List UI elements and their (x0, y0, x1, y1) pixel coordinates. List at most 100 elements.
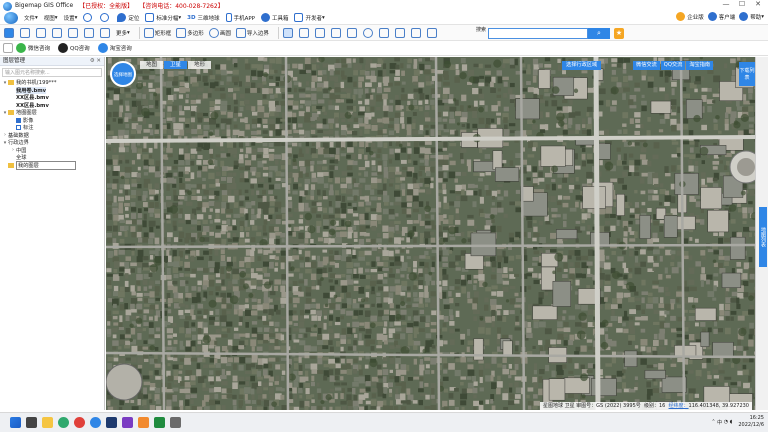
menu-locate[interactable]: 定位 (117, 13, 139, 22)
curve-tool[interactable] (378, 27, 390, 38)
edge-icon[interactable] (58, 417, 69, 428)
download-list-button[interactable]: 下载列表 (739, 62, 755, 86)
select-region-button[interactable]: 选择行政区域 (562, 61, 602, 70)
tray-chevron-icon[interactable]: ⌃ (711, 419, 715, 425)
map-type-tab-map[interactable]: 地图 (140, 61, 164, 69)
layer-search-input[interactable]: 输入图元名称搜索... (2, 68, 102, 77)
photoshop-icon[interactable] (106, 417, 117, 428)
export-icon[interactable] (36, 27, 47, 38)
import-boundary-tool[interactable]: 导入边界 (235, 27, 269, 38)
layer-checkbox[interactable] (16, 125, 21, 131)
layer-tree-item[interactable]: 影像 (0, 117, 104, 125)
menu-3d-globe[interactable]: 3D 三维地球 (187, 14, 219, 22)
status-bar: 星图地球 卫星 审图号：GS (2022) 3995号 级别：16 经纬度：11… (540, 402, 752, 410)
favorite-button[interactable]: ★ (614, 28, 624, 39)
satellite-map[interactable]: 选择地图 地图 卫星 地形 选择行政区域 微信交流 QQ交流 淘宝指南 下载列表 (106, 57, 755, 410)
image-icon[interactable] (84, 27, 95, 38)
title-bar: Bigemap GIS Office 【已授权：全能版】 【咨询电话：400-0… (0, 0, 768, 11)
globe-menu-icon[interactable] (4, 11, 18, 24)
map-type-tab-satellite[interactable]: 卫星 (164, 61, 188, 69)
wechat-exchange-tab[interactable]: 微信交流 (633, 61, 660, 70)
layer-tree-item[interactable]: XX区县.bmv (0, 102, 104, 110)
line-tool[interactable] (330, 27, 342, 38)
polygon-tool[interactable]: 多边形 (176, 27, 204, 38)
layer-panel: 图层管理 ⚙ ✕ 输入图元名称搜索... ▾ 我的书机(199*** 我用卷.bmv… (0, 57, 105, 410)
map-type-tab-terrain[interactable]: 地形 (188, 61, 212, 69)
task-view-icon[interactable] (26, 417, 37, 428)
cloud-icon[interactable] (68, 27, 79, 38)
search-button[interactable]: ⌕ (588, 28, 610, 39)
menu-settings[interactable]: 设置 ▾ (64, 14, 78, 22)
circle-tool[interactable]: 画圆 (208, 27, 231, 38)
layer-tree-item[interactable]: ▾ 我的书机(199*** (0, 79, 104, 87)
menu-file[interactable]: 文件 ▾ (24, 14, 38, 22)
app3-icon[interactable] (170, 417, 181, 428)
enterprise-icon (676, 12, 686, 21)
layer-tree-item[interactable]: › 基础数据 (0, 132, 104, 140)
wechat-consult-tab[interactable]: 微信咨询 (16, 43, 50, 53)
client-button[interactable]: 客户端 (707, 12, 735, 21)
map-select-nav[interactable]: 选择地图 (110, 61, 136, 87)
layer-tree-item[interactable]: 我用卷.bmv (0, 86, 104, 95)
map-list-tab[interactable]: 地图列表 (759, 207, 767, 267)
ellipse-tool[interactable] (362, 27, 374, 38)
rect-draw-tool[interactable] (394, 27, 406, 38)
qq-consult-tab[interactable]: QQ咨询 (58, 43, 90, 53)
excel-icon[interactable] (154, 417, 165, 428)
enterprise-button[interactable]: 企业版 (676, 12, 704, 21)
label-tool[interactable] (410, 27, 422, 38)
bigemap-taskbar-icon[interactable] (90, 417, 101, 428)
input-language[interactable]: 中 (717, 419, 722, 426)
search-icon: ⌕ (597, 29, 601, 37)
help-menu[interactable]: 帮助 ▾ (739, 12, 764, 21)
zoom-out-icon[interactable] (100, 13, 111, 22)
panel-close-icon[interactable]: ⚙ ✕ (90, 57, 101, 66)
grid-icon (145, 13, 155, 22)
layer-tree-item[interactable]: ▾ 地图图层 (0, 109, 104, 117)
layer-tree-item[interactable]: › 中国 (0, 147, 104, 155)
layer-icon[interactable] (52, 27, 63, 38)
menu-view[interactable]: 视图 ▾ (44, 14, 58, 22)
close-button[interactable]: ✕ (750, 0, 766, 8)
taobao-guide-tab[interactable]: 淘宝指南 (686, 61, 714, 70)
volume-icon[interactable]: ◖ (730, 419, 733, 425)
app-icon[interactable] (122, 417, 133, 428)
layer-checkbox[interactable] (16, 117, 21, 123)
expand-icon[interactable] (3, 43, 13, 53)
taobao-consult-tab[interactable]: 淘宝咨询 (97, 43, 132, 53)
explorer-icon[interactable] (42, 417, 53, 428)
more-button[interactable]: 更多 ▾ (116, 29, 130, 37)
rectangle-tool[interactable]: 矩形框 (143, 27, 171, 38)
panel-header: 图层管理 ⚙ ✕ (0, 57, 104, 66)
arrow-icon (298, 27, 309, 38)
layer-tree-item[interactable]: XX区县.bmv (0, 94, 104, 102)
polyline-tool[interactable] (346, 27, 358, 38)
clock[interactable]: 16:25 2022/12/6 (738, 415, 764, 429)
minimize-button[interactable]: — (718, 0, 734, 8)
layer-tree-item[interactable]: 我的图层 (0, 160, 104, 170)
app2-icon[interactable] (138, 417, 149, 428)
menu-developer[interactable]: 开发者 ▾ (294, 13, 325, 22)
table-icon[interactable] (100, 27, 111, 38)
imagery-source: 星图地球 卫星 审图号：GS (2022) 3995号 (543, 403, 641, 409)
save-icon[interactable] (20, 27, 31, 38)
wifi-icon[interactable]: ◔ (724, 419, 728, 425)
folder-icon[interactable] (4, 27, 15, 38)
pointer-tool[interactable] (298, 27, 310, 38)
layer-tree-label: 影像 (23, 117, 34, 124)
search-input[interactable] (488, 28, 588, 39)
measure-tool[interactable] (426, 27, 438, 38)
layer-tree-item[interactable]: 标注 (0, 124, 104, 132)
chrome-icon[interactable] (74, 417, 85, 428)
qq-exchange-tab[interactable]: QQ交流 (660, 61, 686, 70)
tool-bar: 更多 ▾ 矩形框 多边形 画圆 导入边界 搜索 (0, 25, 768, 41)
menu-toolbox[interactable]: 工具箱 (260, 13, 288, 22)
menu-standard-grid[interactable]: 标准分幅 ▾ (145, 13, 181, 22)
start-icon[interactable] (10, 417, 21, 428)
marker-tool[interactable] (314, 27, 326, 38)
maximize-button[interactable]: ☐ (734, 0, 750, 8)
hand-pan-tool[interactable] (282, 27, 294, 38)
layer-tree-item[interactable]: ▾ 行政边界 (0, 139, 104, 147)
menu-mobile-app[interactable]: 手机APP (225, 13, 255, 22)
zoom-in-icon[interactable] (83, 13, 94, 22)
